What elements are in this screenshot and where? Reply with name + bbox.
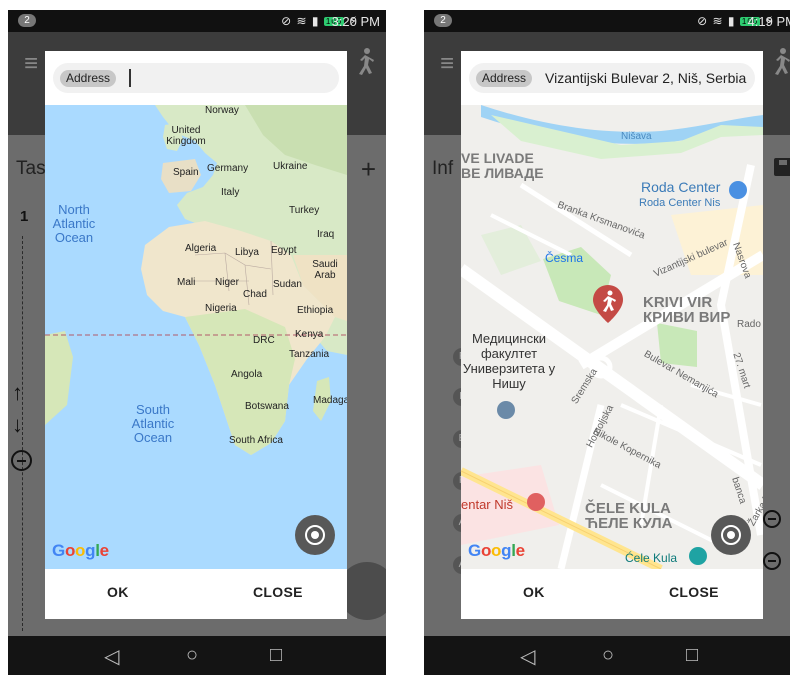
my-location-button[interactable]	[711, 515, 751, 555]
map-label-krivi-vir: KRIVI VIR КРИВИ ВИР	[643, 295, 730, 325]
dialog-actions: OK CLOSE	[45, 569, 347, 619]
map-label-norway: Norway	[205, 105, 239, 116]
map-label-livade-cyr: ВЕ ЛИВАДЕ	[461, 165, 544, 181]
text-cursor	[129, 69, 131, 87]
status-bar: 2 ⊘ ≋ ▮ 100 ⚡ 3:20 PM	[8, 10, 386, 32]
map-label-rado: Rado	[737, 319, 761, 330]
location-picker-dialog: Address	[45, 51, 347, 619]
map-label-roda-center-nis: Roda Center Nis	[639, 197, 721, 209]
ok-button[interactable]: OK	[107, 584, 129, 600]
arrow-up-icon[interactable]: ↑	[12, 380, 23, 406]
runner-icon[interactable]	[768, 46, 790, 78]
add-icon[interactable]: +	[361, 154, 376, 185]
map-label-centar-nis: entar Niš	[461, 497, 514, 512]
map-label-tanzania: Tanzania	[289, 349, 330, 360]
map-label-niger: Niger	[215, 277, 239, 288]
map-label-libya: Libya	[235, 247, 259, 258]
hamburger-menu-icon[interactable]: ≡	[24, 50, 38, 78]
google-logo: Google	[52, 541, 109, 560]
address-search-bar[interactable]: Address	[469, 63, 755, 93]
back-icon[interactable]: ◁	[104, 644, 119, 669]
map-label-faculty: Медицински факултет Универзитета у Нишу	[462, 331, 556, 391]
map-label-cesma: Česma	[545, 251, 584, 265]
back-icon[interactable]: ◁	[520, 644, 535, 669]
hospital-icon	[527, 493, 545, 511]
close-button[interactable]: CLOSE	[669, 584, 719, 600]
map-view[interactable]: Norway United Kingdom Germany Ukraine Sp…	[45, 105, 347, 569]
home-icon[interactable]: ○	[186, 644, 198, 667]
map-label-livade-lat: VE LIVADE	[461, 150, 534, 166]
school-icon	[497, 401, 515, 419]
map-label-cele-kula: ČELE KULA ЋЕЛЕ КУЛА	[585, 501, 672, 531]
status-bar: 2 ⊘ ≋ ▮ 100 ⚡ 4:19 PM	[424, 10, 790, 32]
map-label-sudan: Sudan	[273, 279, 302, 290]
map-label-mali: Mali	[177, 277, 196, 288]
recents-icon[interactable]: □	[270, 644, 282, 667]
runner-icon[interactable]	[352, 46, 376, 78]
map-view[interactable]: Nišava VE LIVADE ВЕ ЛИВАДЕ Roda Center Ro…	[461, 105, 763, 569]
map-label-algeria: Algeria	[185, 243, 217, 254]
map-label-nisava: Nišava	[621, 131, 652, 142]
map-label-saudi: Saudi Arab	[312, 259, 338, 281]
background-page-title: Tas	[16, 158, 46, 179]
map-label-south-atlantic: South Atlantic Ocean	[131, 402, 175, 445]
recents-icon[interactable]: □	[686, 644, 698, 667]
map-label-drc: DRC	[253, 335, 275, 346]
map-label-botswana: Botswana	[245, 401, 289, 412]
map-label-kenya: Kenya	[295, 329, 324, 340]
navigation-bar: ◁ ○ □	[8, 636, 386, 675]
location-picker-dialog: Address	[461, 51, 763, 619]
map-label-chad: Chad	[243, 289, 267, 300]
home-icon[interactable]: ○	[602, 644, 614, 667]
dialog-actions: OK CLOSE	[461, 569, 763, 619]
address-chip: Address	[476, 70, 533, 87]
map-label-ukraine: Ukraine	[273, 161, 308, 172]
map-label-cele-kula-cyr: ЋЕЛЕ КУЛА	[585, 515, 673, 532]
map-label-italy: Italy	[221, 187, 240, 198]
map-label-cele-kula-poi: Ćele Kula	[625, 551, 678, 565]
landmark-icon	[689, 547, 707, 565]
status-time: 4:19 PM	[747, 14, 790, 29]
hamburger-menu-icon[interactable]: ≡	[440, 50, 454, 78]
remove-circle-icon[interactable]	[763, 510, 781, 528]
notification-count: 2	[434, 14, 452, 27]
save-icon[interactable]	[774, 158, 790, 176]
map-label-krivi-vir-cyr: КРИВИ ВИР	[643, 309, 731, 326]
map-label-south-africa: South Africa	[229, 435, 283, 446]
map-label-north-atlantic: North Atlantic Ocean	[52, 202, 96, 245]
selected-location-pin-icon	[593, 285, 623, 323]
address-chip: Address	[60, 70, 117, 87]
map-label-uk: United Kingdom	[166, 125, 206, 147]
close-button[interactable]: CLOSE	[253, 584, 303, 600]
map-label-roda-center: Roda Center	[641, 179, 721, 195]
map-label-egypt: Egypt	[271, 245, 297, 256]
map-label-spain: Spain	[173, 167, 199, 178]
remove-circle-icon[interactable]	[11, 450, 32, 471]
map-label-turkey: Turkey	[289, 205, 320, 216]
phone-screen-world-map: 2 ⊘ ≋ ▮ 100 ⚡ 3:20 PM ≡ Tas + 1 ↑ ↓ Addr…	[8, 10, 386, 675]
address-input[interactable]	[545, 68, 753, 88]
background-page-title: Inf	[432, 158, 454, 179]
phone-screen-street-map: 2 ⊘ ≋ ▮ 100 ⚡ 4:19 PM ≡ Inf F L B F A A …	[424, 10, 790, 675]
address-search-bar[interactable]: Address	[53, 63, 339, 93]
google-logo: Google	[468, 541, 525, 560]
map-label-nigeria: Nigeria	[205, 303, 237, 314]
navigation-bar: ◁ ○ □	[424, 636, 790, 675]
map-label-madagascar: Madaga	[313, 395, 347, 406]
ok-button[interactable]: OK	[523, 584, 545, 600]
shopping-bag-icon	[729, 181, 747, 199]
my-location-button[interactable]	[295, 515, 335, 555]
arrow-down-icon[interactable]: ↓	[12, 412, 23, 438]
notification-count: 2	[18, 14, 36, 27]
map-label-ethiopia: Ethiopia	[297, 305, 334, 316]
status-time: 3:20 PM	[331, 14, 380, 29]
map-label-angola: Angola	[231, 369, 263, 380]
map-label-germany: Germany	[207, 163, 249, 174]
remove-circle-icon[interactable]	[763, 552, 781, 570]
row-number: 1	[20, 208, 29, 225]
map-label-iraq: Iraq	[317, 229, 335, 240]
map-label-livade: VE LIVADE ВЕ ЛИВАДЕ	[461, 151, 544, 181]
